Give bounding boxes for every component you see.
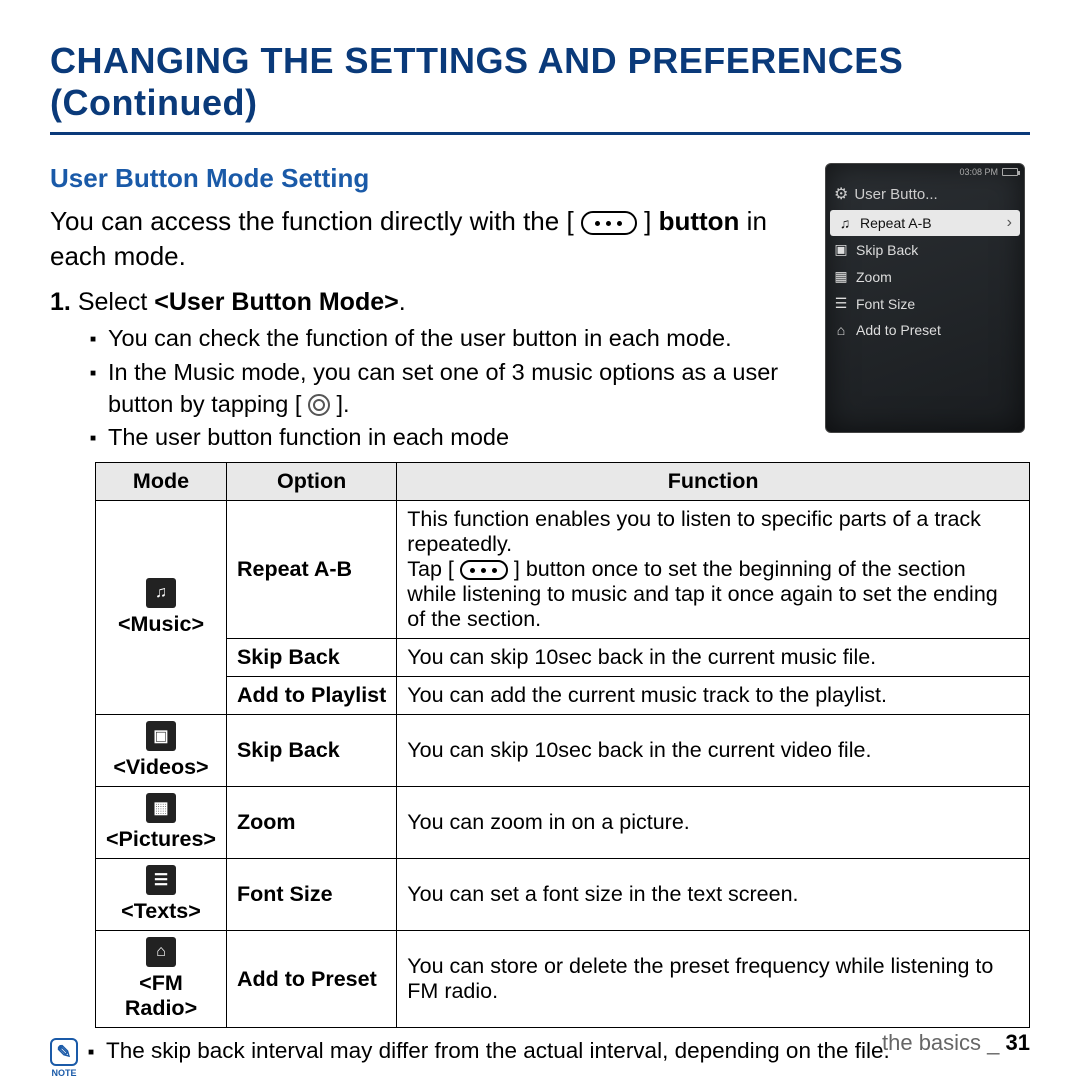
- footer-section: the basics _: [882, 1030, 1006, 1055]
- device-item-fontsize: ☰ Font Size: [826, 290, 1024, 317]
- device-item-repeat: ♫ Repeat A-B: [830, 210, 1020, 236]
- left-column: User Button Mode Setting You can access …: [50, 163, 807, 456]
- opt-skipback-music: Skip Back: [226, 639, 396, 677]
- note-label: NOTE: [51, 1068, 76, 1078]
- device-item-label: Font Size: [856, 296, 915, 312]
- opt-repeat: Repeat A-B: [226, 501, 396, 639]
- th-option: Option: [226, 463, 396, 501]
- mode-videos: ▣ <Videos>: [96, 715, 227, 787]
- content-row: User Button Mode Setting You can access …: [50, 163, 1030, 456]
- device-item-preset: ⌂ Add to Preset: [826, 317, 1024, 343]
- th-mode: Mode: [96, 463, 227, 501]
- device-screenshot: 03:08 PM ⚙ User Butto... ♫ Repeat A-B ▣ …: [825, 163, 1025, 433]
- device-status-bar: 03:08 PM: [826, 164, 1024, 180]
- mode-pictures-label: <Pictures>: [106, 827, 216, 851]
- th-function: Function: [397, 463, 1030, 501]
- mode-fmradio-label: <FM Radio>: [125, 971, 197, 1020]
- video-icon: ▣: [834, 241, 848, 258]
- radio-icon: ⌂: [834, 322, 848, 338]
- page-title: CHANGING THE SETTINGS AND PREFERENCES (C…: [50, 40, 1030, 135]
- opt-fontsize: Font Size: [226, 859, 396, 931]
- page-footer: the basics _ 31: [882, 1030, 1030, 1056]
- device-time: 03:08 PM: [959, 167, 998, 177]
- table-row: Add to Playlist You can add the current …: [96, 677, 1030, 715]
- func-addplaylist: You can add the current music track to t…: [397, 677, 1030, 715]
- intro-text-mid: ]: [644, 206, 658, 236]
- step-number: 1.: [50, 288, 71, 316]
- step-bold: <User Button Mode>: [154, 288, 398, 316]
- mode-fmradio: ⌂ <FM Radio>: [96, 931, 227, 1028]
- device-item-label: Zoom: [856, 269, 892, 285]
- func-skipback-video: You can skip 10sec back in the current v…: [397, 715, 1030, 787]
- bullet-2-b: ].: [336, 391, 349, 417]
- picture-icon: ▦: [834, 268, 848, 285]
- mode-pictures: ▦ <Pictures>: [96, 787, 227, 859]
- picture-icon: ▦: [146, 793, 176, 823]
- radio-icon: ⌂: [146, 937, 176, 967]
- step-post: .: [399, 288, 406, 316]
- bullet-list: You can check the function of the user b…: [90, 323, 807, 454]
- func-addpreset: You can store or delete the preset frequ…: [397, 931, 1030, 1028]
- radio-circle-icon: [308, 394, 330, 416]
- text-icon: ☰: [146, 865, 176, 895]
- dots-button-icon: [460, 560, 508, 580]
- func-repeat-a: This function enables you to listen to s…: [407, 507, 981, 556]
- func-repeat: This function enables you to listen to s…: [397, 501, 1030, 639]
- note-icon: ✎: [50, 1038, 78, 1066]
- opt-addpreset: Add to Preset: [226, 931, 396, 1028]
- intro-paragraph: You can access the function directly wit…: [50, 204, 807, 274]
- device-item-label: Repeat A-B: [860, 215, 932, 231]
- mode-texts-label: <Texts>: [121, 899, 201, 923]
- opt-skipback-video: Skip Back: [226, 715, 396, 787]
- bullet-2-a: In the Music mode, you can set one of 3 …: [108, 359, 778, 417]
- device-title-text: User Butto...: [854, 186, 937, 203]
- func-zoom: You can zoom in on a picture.: [397, 787, 1030, 859]
- note-text: The skip back interval may differ from t…: [88, 1038, 890, 1064]
- music-icon: ♫: [146, 578, 176, 608]
- table-row: ⌂ <FM Radio> Add to Preset You can store…: [96, 931, 1030, 1028]
- right-column: 03:08 PM ⚙ User Butto... ♫ Repeat A-B ▣ …: [825, 163, 1030, 456]
- subheading: User Button Mode Setting: [50, 163, 807, 194]
- table-row: ▣ <Videos> Skip Back You can skip 10sec …: [96, 715, 1030, 787]
- table-row: ▦ <Pictures> Zoom You can zoom in on a p…: [96, 787, 1030, 859]
- mode-music-label: <Music>: [118, 612, 204, 636]
- device-title-row: ⚙ User Butto...: [826, 180, 1024, 210]
- opt-addplaylist: Add to Playlist: [226, 677, 396, 715]
- music-note-icon: ♫: [838, 215, 852, 231]
- mode-music: ♫ <Music>: [96, 501, 227, 715]
- intro-bold: button: [659, 206, 740, 236]
- note-badge: ✎ NOTE: [50, 1038, 78, 1078]
- table-row: ☰ <Texts> Font Size You can set a font s…: [96, 859, 1030, 931]
- function-table: Mode Option Function ♫ <Music> Repeat A-…: [95, 462, 1030, 1028]
- func-repeat-b-pre: Tap [: [407, 557, 460, 581]
- bullet-2: In the Music mode, you can set one of 3 …: [90, 357, 807, 420]
- device-item-label: Add to Preset: [856, 322, 941, 338]
- text-icon: ☰: [834, 295, 848, 312]
- intro-text-pre: You can access the function directly wit…: [50, 206, 581, 236]
- battery-icon: [1002, 168, 1018, 176]
- table-header-row: Mode Option Function: [96, 463, 1030, 501]
- table-row: ♫ <Music> Repeat A-B This function enabl…: [96, 501, 1030, 639]
- mode-videos-label: <Videos>: [113, 755, 208, 779]
- mode-texts: ☰ <Texts>: [96, 859, 227, 931]
- func-skipback-music: You can skip 10sec back in the current m…: [397, 639, 1030, 677]
- bullet-3: The user button function in each mode: [90, 422, 807, 454]
- footer-page: 31: [1006, 1030, 1030, 1055]
- step-text-pre: Select: [78, 288, 154, 316]
- opt-zoom: Zoom: [226, 787, 396, 859]
- table-row: Skip Back You can skip 10sec back in the…: [96, 639, 1030, 677]
- device-item-label: Skip Back: [856, 242, 918, 258]
- video-icon: ▣: [146, 721, 176, 751]
- gear-icon: ⚙: [834, 184, 848, 204]
- dots-button-icon: [581, 211, 637, 235]
- device-item-zoom: ▦ Zoom: [826, 263, 1024, 290]
- func-fontsize: You can set a font size in the text scre…: [397, 859, 1030, 931]
- bullet-1: You can check the function of the user b…: [90, 323, 807, 355]
- device-item-skipback: ▣ Skip Back: [826, 236, 1024, 263]
- step-1: 1. Select <User Button Mode>.: [50, 288, 807, 317]
